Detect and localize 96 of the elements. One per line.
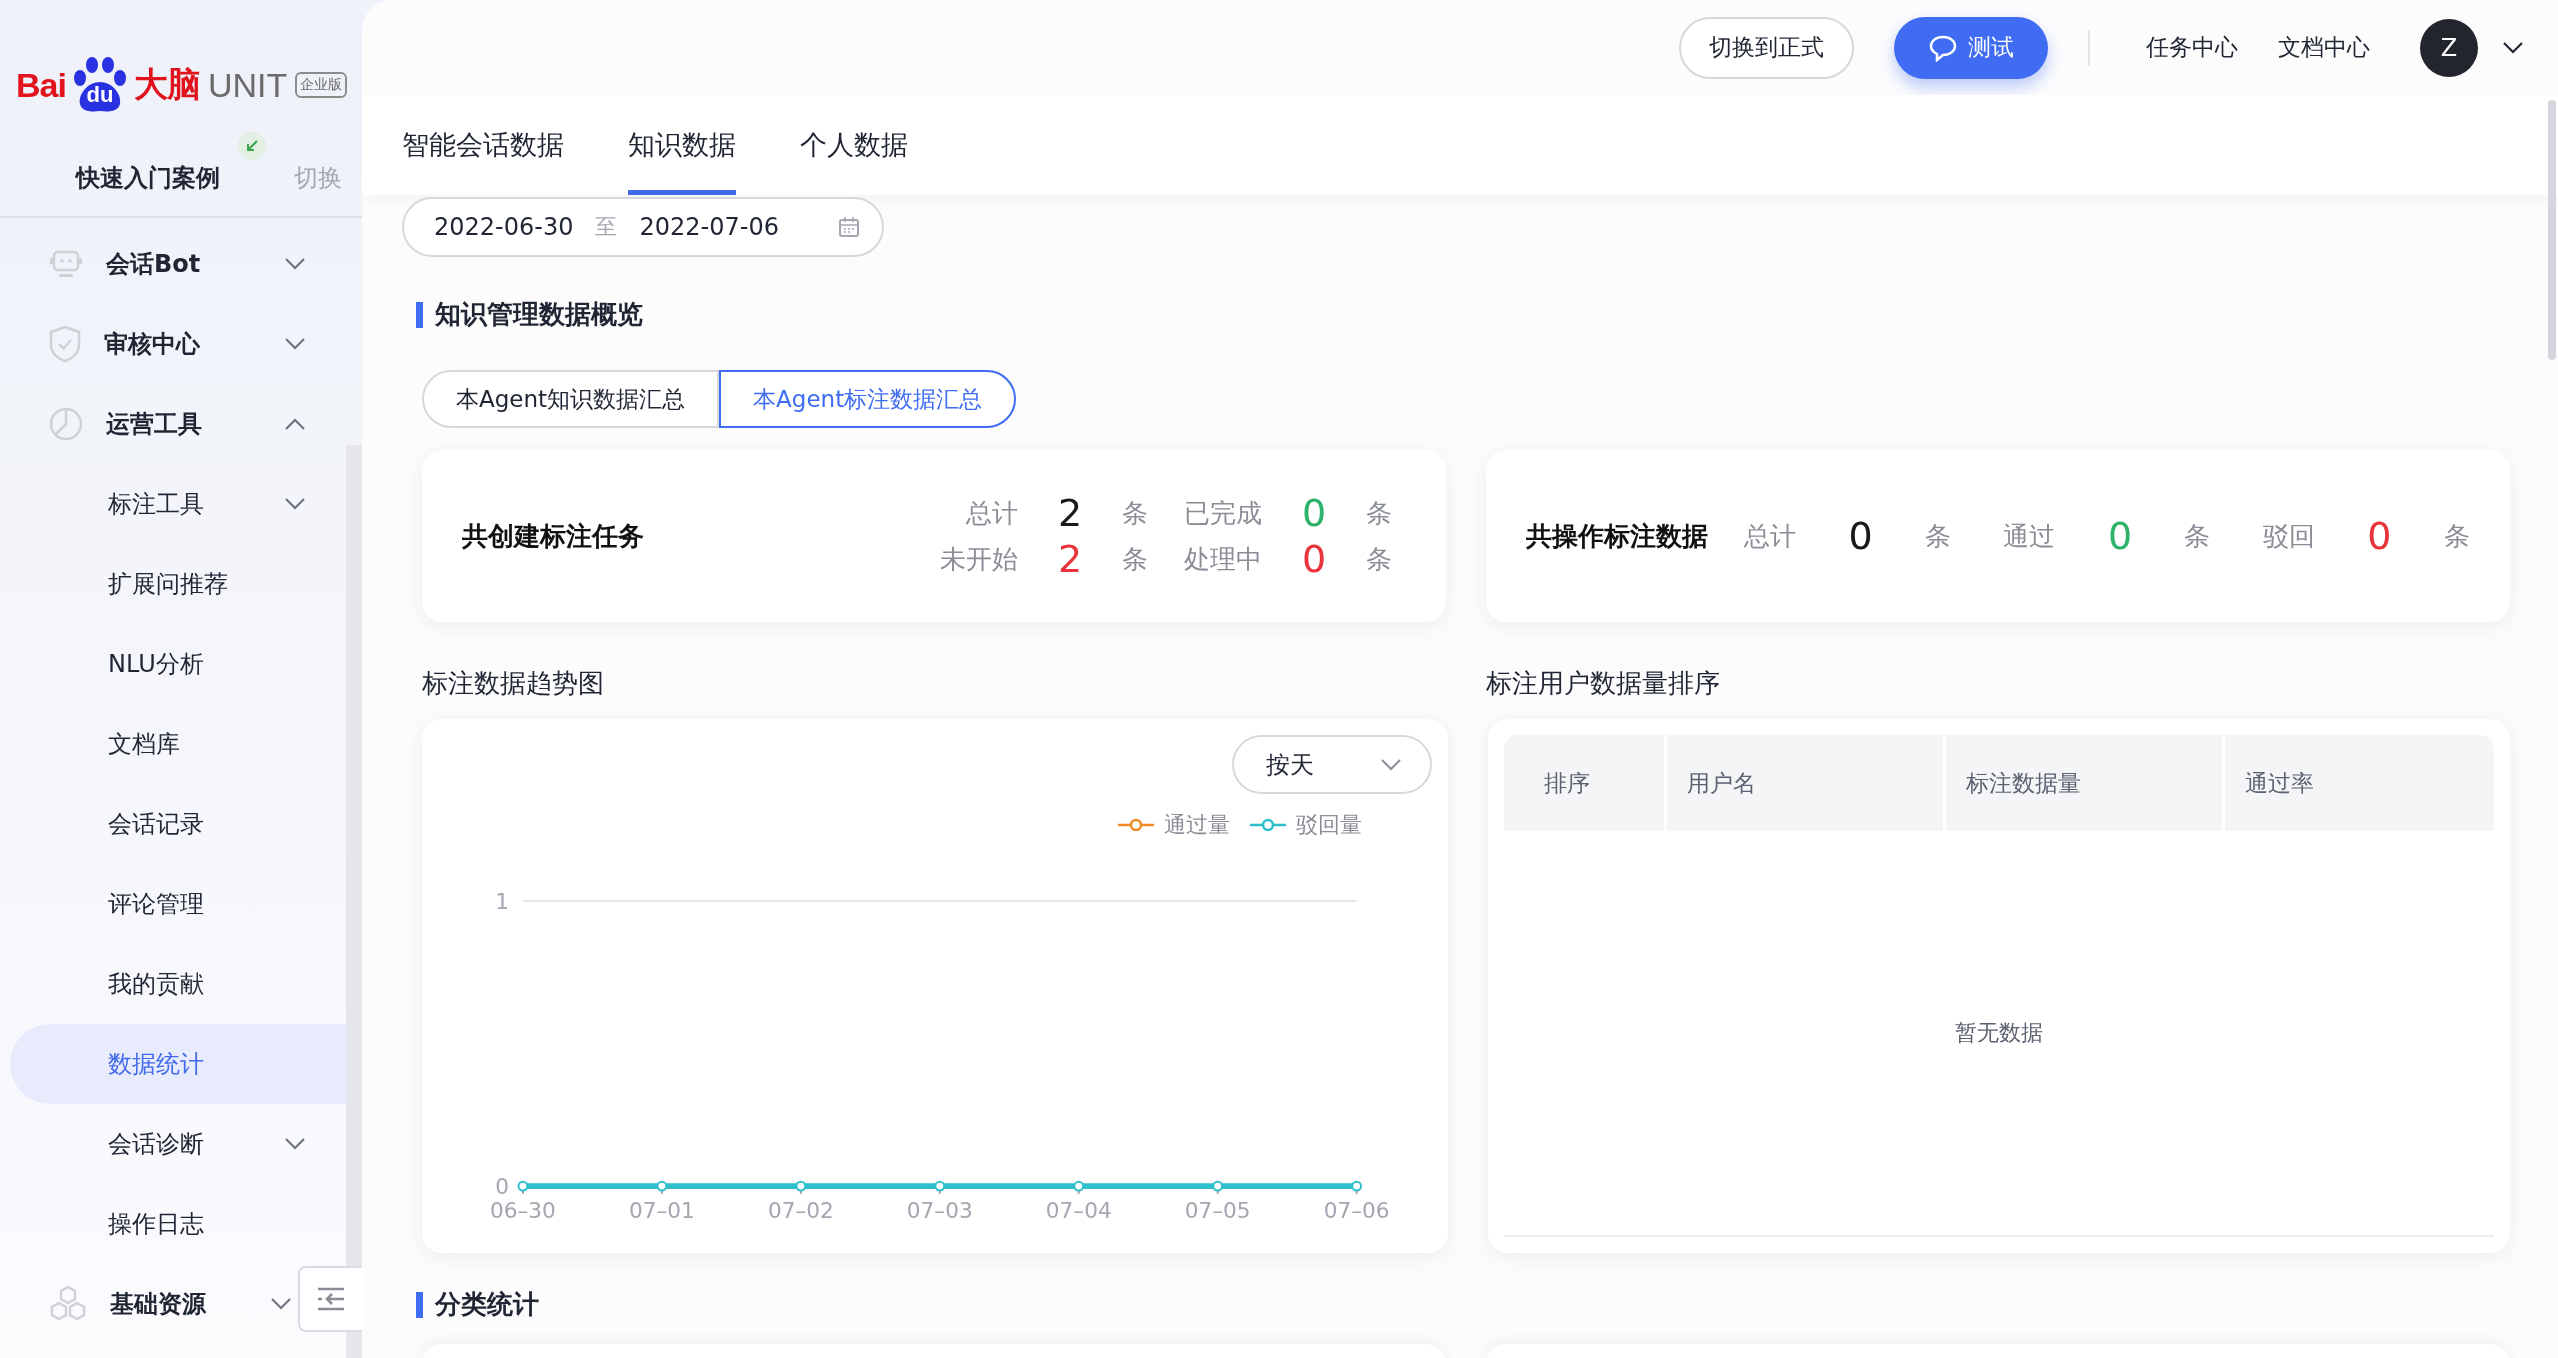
product-name: UNIT [207, 65, 288, 105]
tab[interactable]: 智能会话数据 [402, 95, 564, 195]
stat-unit: 条 [1925, 519, 1952, 553]
stat-unit: 条 [2184, 519, 2211, 553]
column-header: 通过率 [2225, 735, 2494, 831]
stat-label: 处理中 [1184, 542, 1262, 576]
granularity-select[interactable]: 按天 [1232, 735, 1432, 795]
stat-value: 0 [2367, 513, 2392, 559]
scrollbar-thumb[interactable] [2548, 100, 2556, 360]
stat-unit: 条 [1366, 496, 1393, 530]
x-tick-label: 07–05 [1184, 1197, 1251, 1223]
empty-message: 暂无数据 [1955, 1019, 2043, 1047]
section-title: 知识管理数据概览 [435, 298, 643, 331]
sidebar-item[interactable]: 操作日志 [10, 1184, 346, 1264]
segment-tab[interactable]: 本Agent标注数据汇总 [719, 370, 1017, 428]
y-tick-label: 0 [495, 1174, 510, 1199]
sidebar-item[interactable]: NLU分析 [10, 624, 346, 704]
table-title: 标注用户数据量排序 [1486, 667, 1721, 700]
sidebar-item[interactable]: 标注工具 [10, 464, 346, 544]
edition-tag: 企业版 [295, 72, 348, 98]
column-header: 排序 [1504, 735, 1664, 831]
sidebar-item[interactable]: 基础资源 [10, 1264, 298, 1344]
card-title: 共操作标注数据 [1526, 519, 1708, 553]
legend-marker-icon [1118, 818, 1154, 833]
stat-label: 总计 [965, 496, 1018, 530]
hexagons-icon [48, 1285, 88, 1323]
sidebar-item[interactable]: 会话Bot [10, 224, 346, 304]
card-title: 共创建标注任务 [462, 519, 644, 553]
stat-label: 已完成 [1184, 496, 1262, 530]
stat-label: 驳回 [2262, 519, 2315, 553]
collapse-button[interactable] [298, 1266, 362, 1332]
logo-text: 大脑 [133, 64, 200, 105]
x-tick-label: 07–06 [1323, 1197, 1390, 1223]
stat-value: 2 [1056, 536, 1084, 582]
shield-check-icon [48, 325, 82, 363]
stat-label: 总计 [1744, 519, 1796, 553]
legend-label: 驳回量 [1296, 811, 1362, 840]
pie-chart-icon [48, 406, 84, 442]
x-tick-label: 07–01 [628, 1197, 695, 1223]
sidebar-item[interactable]: 扩展问推荐 [10, 544, 346, 624]
data-point [517, 1180, 529, 1192]
stat-unit: 条 [1366, 542, 1393, 576]
nav-link[interactable]: 文档中心 [2278, 32, 2370, 63]
logo-text: Bai [16, 65, 66, 105]
sidebar-item[interactable]: 审核中心 [10, 304, 346, 384]
y-tick-label: 1 [495, 888, 510, 914]
avatar[interactable]: Z [2420, 18, 2478, 77]
sidebar-item[interactable]: 会话诊断 [10, 1104, 346, 1184]
stat-unit: 条 [1122, 496, 1149, 530]
legend-marker-icon [1250, 818, 1286, 833]
data-point [1073, 1180, 1085, 1192]
x-tick-label: 07–02 [767, 1197, 834, 1223]
sidebar-item[interactable]: 文档库 [10, 704, 346, 784]
switch-button[interactable]: 切换到正式 [1679, 16, 1854, 79]
x-tick-label: 06–30 [490, 1197, 556, 1223]
segment-tab[interactable]: 本Agent知识数据汇总 [422, 370, 720, 428]
x-tick-label: 07–03 [906, 1197, 973, 1223]
stat-value: 0 [2107, 513, 2133, 559]
stat-value: 0 [1848, 513, 1873, 559]
column-header: 标注数据量 [1946, 735, 2222, 831]
paw-logo: du [67, 56, 132, 114]
test-button[interactable]: 测试 [1894, 16, 2048, 79]
collapse-icon [316, 1286, 346, 1312]
sidebar-item[interactable]: 数据统计 [10, 1024, 346, 1104]
quick-start-label: 快速入门案例 [76, 162, 220, 194]
data-point [795, 1180, 807, 1192]
data-point [934, 1180, 946, 1192]
legend-label: 通过量 [1164, 811, 1230, 840]
date-range-field[interactable]: 2022-06-30 至 2022-07-06 [402, 197, 884, 257]
data-point [1212, 1180, 1224, 1192]
sidebar-item[interactable]: 运营工具 [10, 384, 346, 464]
stat-value: 0 [1300, 490, 1328, 536]
sidebar-item[interactable]: 我的贡献 [10, 944, 346, 1024]
chat-bubble-icon [1928, 33, 1958, 62]
x-tick-label: 07–04 [1045, 1197, 1112, 1223]
calendar-icon [838, 216, 860, 238]
column-header: 用户名 [1667, 735, 1943, 831]
sidebar-item[interactable]: 会话记录 [10, 784, 346, 864]
data-point [1351, 1180, 1363, 1192]
stat-value: 2 [1056, 490, 1084, 536]
tab[interactable]: 个人数据 [800, 95, 908, 195]
sidebar-item[interactable]: 评论管理 [10, 864, 346, 944]
chevron-down-icon [1380, 757, 1402, 772]
chart-title: 标注数据趋势图 [422, 667, 605, 700]
stat-label: 通过 [2003, 519, 2056, 553]
stat-value: 0 [1300, 536, 1328, 582]
chevron-up-icon[interactable] [284, 417, 306, 431]
section-title: 分类统计 [435, 1288, 539, 1321]
nav-link[interactable]: 任务中心 [2146, 32, 2238, 63]
stat-label: 未开始 [940, 542, 1018, 576]
chevron-down-icon[interactable] [2502, 40, 2524, 55]
data-point [656, 1180, 668, 1192]
section-marker [416, 301, 423, 328]
section-marker [416, 1291, 423, 1318]
stat-unit: 条 [2443, 519, 2470, 553]
stat-unit: 条 [1122, 542, 1149, 576]
